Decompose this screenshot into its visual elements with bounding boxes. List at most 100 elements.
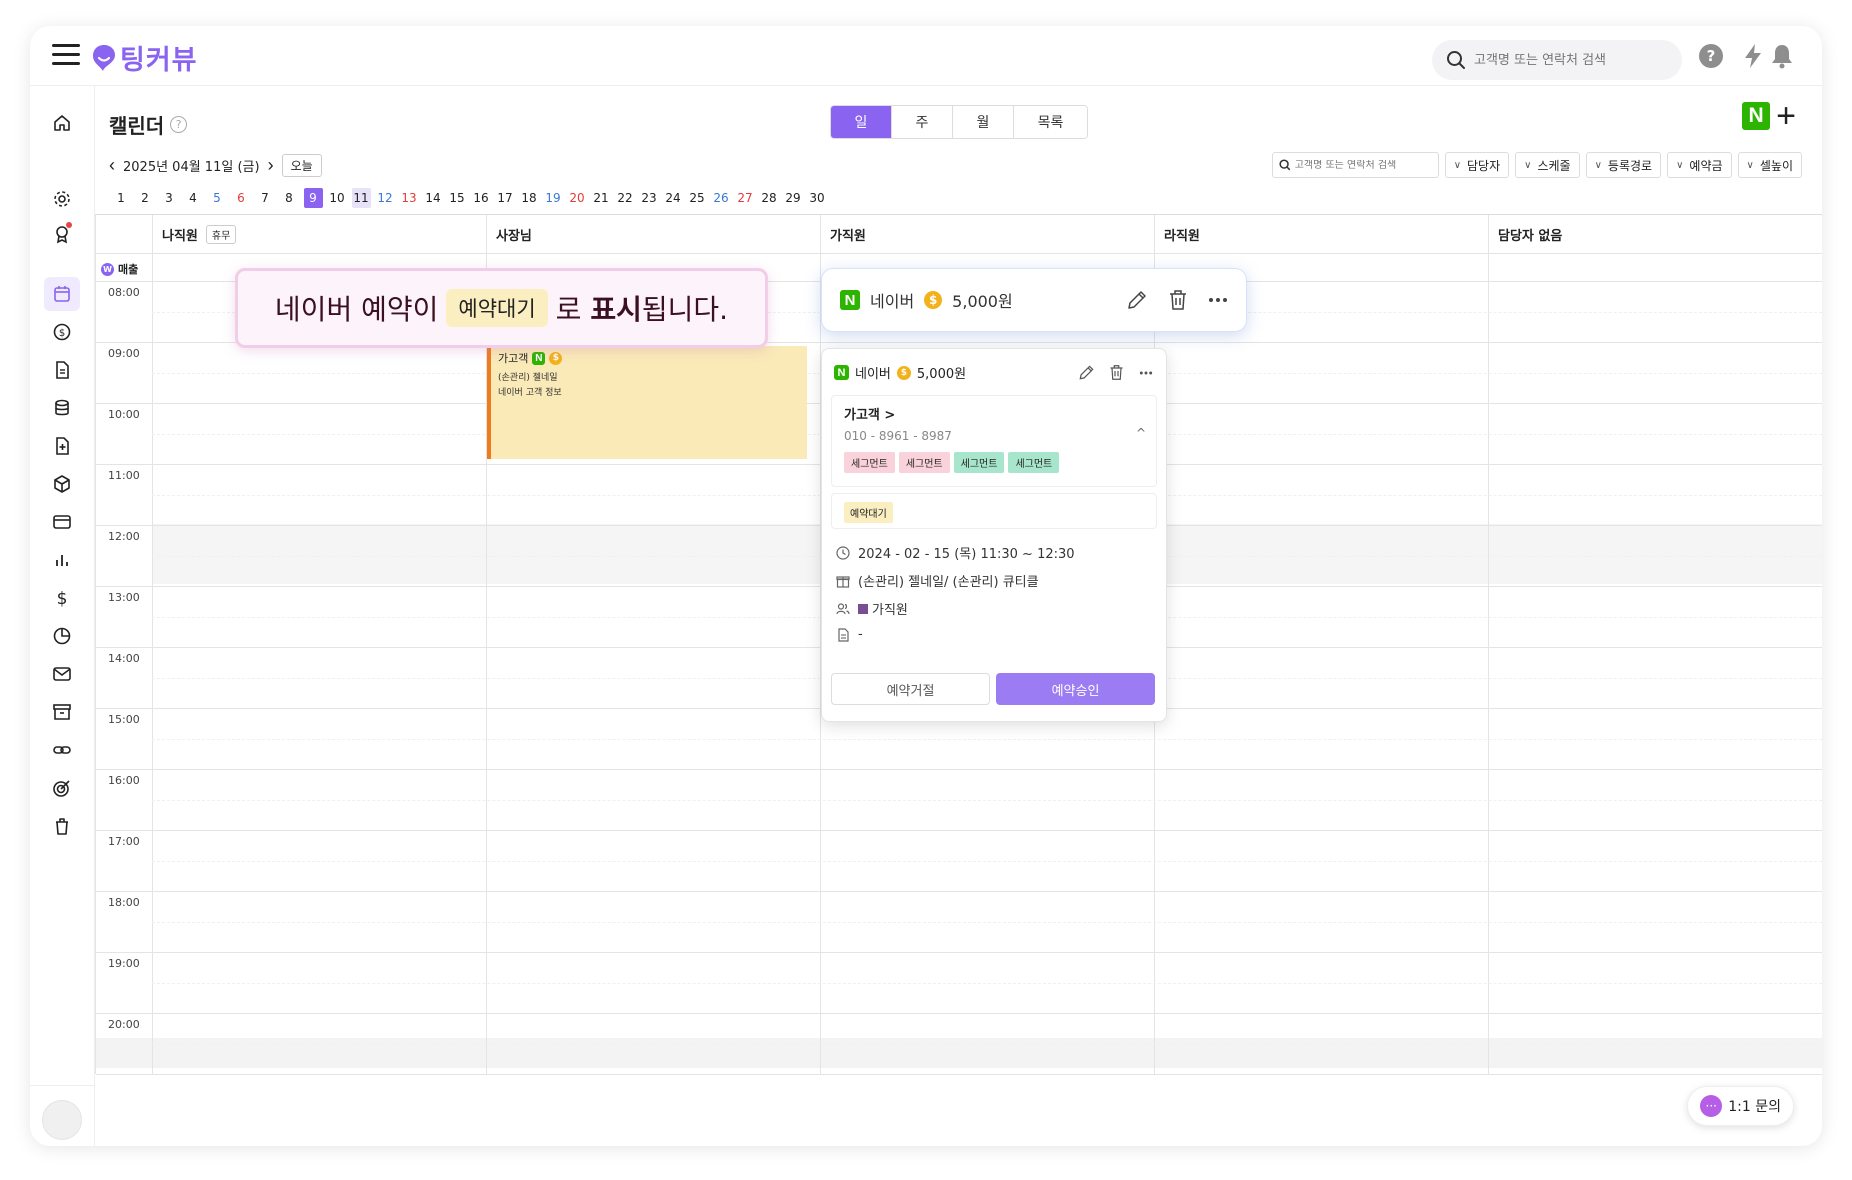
box-icon[interactable] <box>44 467 80 501</box>
help-icon[interactable]: ? <box>1697 42 1725 70</box>
after-hours-shading <box>96 1038 1822 1068</box>
day-28[interactable]: 28 <box>757 188 781 208</box>
edit-icon[interactable] <box>1078 364 1095 381</box>
customer-name-link[interactable]: 가고객 > <box>844 404 895 423</box>
staff-header[interactable]: 라직원 <box>1154 215 1200 253</box>
tab-list[interactable]: 목록 <box>1014 106 1087 138</box>
day-18[interactable]: 18 <box>517 188 541 208</box>
day-4[interactable]: 4 <box>181 188 205 208</box>
day-19[interactable]: 19 <box>541 188 565 208</box>
day-13[interactable]: 13 <box>397 188 421 208</box>
current-date[interactable]: 2025년 04월 11일 (금) <box>123 156 260 175</box>
dollar-icon[interactable]: $ <box>44 581 80 615</box>
day-25[interactable]: 25 <box>685 188 709 208</box>
day-1[interactable]: 1 <box>109 188 133 208</box>
tab-month[interactable]: 월 <box>953 106 1014 138</box>
hour-divider <box>96 769 1822 770</box>
database-icon[interactable] <box>44 391 80 425</box>
day-12[interactable]: 12 <box>373 188 397 208</box>
staff-header[interactable]: 사장님 <box>486 215 532 253</box>
day-29[interactable]: 29 <box>781 188 805 208</box>
day-8[interactable]: 8 <box>277 188 301 208</box>
settings-icon[interactable] <box>44 182 80 216</box>
day-5[interactable]: 5 <box>205 188 229 208</box>
trash-icon[interactable] <box>44 809 80 843</box>
filter-source[interactable]: ∨ 등록경로 <box>1585 152 1662 178</box>
day-3[interactable]: 3 <box>157 188 181 208</box>
filter-search[interactable] <box>1271 152 1439 178</box>
day-2[interactable]: 2 <box>133 188 157 208</box>
avatar[interactable] <box>42 1100 82 1140</box>
global-search[interactable] <box>1432 40 1682 80</box>
target-icon[interactable] <box>44 771 80 805</box>
reservation-toolbar-card: N 네이버 $ 5,000원 <box>821 268 1247 332</box>
card-icon[interactable] <box>44 505 80 539</box>
edit-icon[interactable] <box>1126 289 1148 311</box>
staff-header[interactable]: 나직원 휴무 <box>152 215 237 253</box>
inquiry-chat-button[interactable]: ··· 1:1 문의 <box>1687 1086 1794 1126</box>
day-22[interactable]: 22 <box>613 188 637 208</box>
more-icon[interactable] <box>1208 297 1228 303</box>
link-icon[interactable] <box>44 733 80 767</box>
add-button[interactable]: + <box>1776 99 1796 133</box>
tab-week[interactable]: 주 <box>892 106 953 138</box>
chevron-up-icon[interactable]: ^ <box>1136 426 1146 440</box>
filter-deposit[interactable]: ∨ 예약금 <box>1667 152 1732 178</box>
search-input[interactable] <box>1474 52 1664 68</box>
day-10[interactable]: 10 <box>325 188 349 208</box>
naver-icon: N <box>532 351 546 365</box>
approve-reservation-button[interactable]: 예약승인 <box>996 673 1155 705</box>
filter-cell-height[interactable]: ∨ 셀높이 <box>1737 152 1802 178</box>
day-27[interactable]: 27 <box>733 188 757 208</box>
day-20[interactable]: 20 <box>565 188 589 208</box>
bar-chart-icon[interactable] <box>44 543 80 577</box>
day-23[interactable]: 23 <box>637 188 661 208</box>
naver-icon[interactable]: N <box>1742 102 1771 130</box>
filter-search-input[interactable] <box>1294 159 1435 171</box>
bell-icon[interactable] <box>1768 42 1796 70</box>
pie-chart-icon[interactable] <box>44 619 80 653</box>
reject-reservation-button[interactable]: 예약거절 <box>831 673 990 705</box>
mail-icon[interactable] <box>44 657 80 691</box>
file-plus-icon[interactable] <box>44 429 80 463</box>
home-icon[interactable] <box>44 106 80 140</box>
staff-name: 담당자 없음 <box>1498 228 1563 244</box>
day-17[interactable]: 17 <box>493 188 517 208</box>
sidebar: $ $ <box>30 86 95 1146</box>
archive-icon[interactable] <box>44 695 80 729</box>
day-16[interactable]: 16 <box>469 188 493 208</box>
day-11[interactable]: 11 <box>351 188 371 208</box>
day-24[interactable]: 24 <box>661 188 685 208</box>
bolt-icon[interactable] <box>1739 42 1767 70</box>
filter-staff[interactable]: ∨ 담당자 <box>1444 152 1510 178</box>
staff-header[interactable]: 가직원 <box>820 215 866 253</box>
calendar-icon[interactable] <box>44 277 80 311</box>
day-26[interactable]: 26 <box>709 188 733 208</box>
trash-icon[interactable] <box>1109 364 1124 381</box>
today-button[interactable]: 오늘 <box>281 154 322 177</box>
more-icon[interactable] <box>1138 371 1154 375</box>
day-21[interactable]: 21 <box>589 188 613 208</box>
app-logo[interactable]: 팅커뷰 <box>92 38 198 77</box>
staff-header[interactable]: 담당자 없음 <box>1488 215 1562 253</box>
chevron-left-icon[interactable]: ‹ <box>109 155 115 176</box>
trash-icon[interactable] <box>1168 289 1188 311</box>
day-7[interactable]: 7 <box>253 188 277 208</box>
day-6[interactable]: 6 <box>229 188 253 208</box>
segment-tag: 세그먼트 <box>844 452 895 473</box>
svg-text:?: ? <box>1707 47 1716 65</box>
clock-icon <box>836 545 850 560</box>
appointment-event[interactable]: 가고객 N $ (손관리) 젤네일 네이버 고객 정보 <box>487 346 807 459</box>
badge-icon[interactable] <box>44 217 80 251</box>
filter-schedule[interactable]: ∨ 스케줄 <box>1515 152 1580 178</box>
day-14[interactable]: 14 <box>421 188 445 208</box>
chevron-right-icon[interactable]: › <box>268 155 274 176</box>
day-30[interactable]: 30 <box>805 188 829 208</box>
document-icon[interactable] <box>44 353 80 387</box>
tab-day[interactable]: 일 <box>831 106 892 138</box>
menu-icon[interactable] <box>52 44 80 66</box>
day-15[interactable]: 15 <box>445 188 469 208</box>
help-circle-icon[interactable]: ? <box>170 116 188 133</box>
day-9[interactable]: 9 <box>303 188 323 208</box>
coin-icon[interactable]: $ <box>44 315 80 349</box>
